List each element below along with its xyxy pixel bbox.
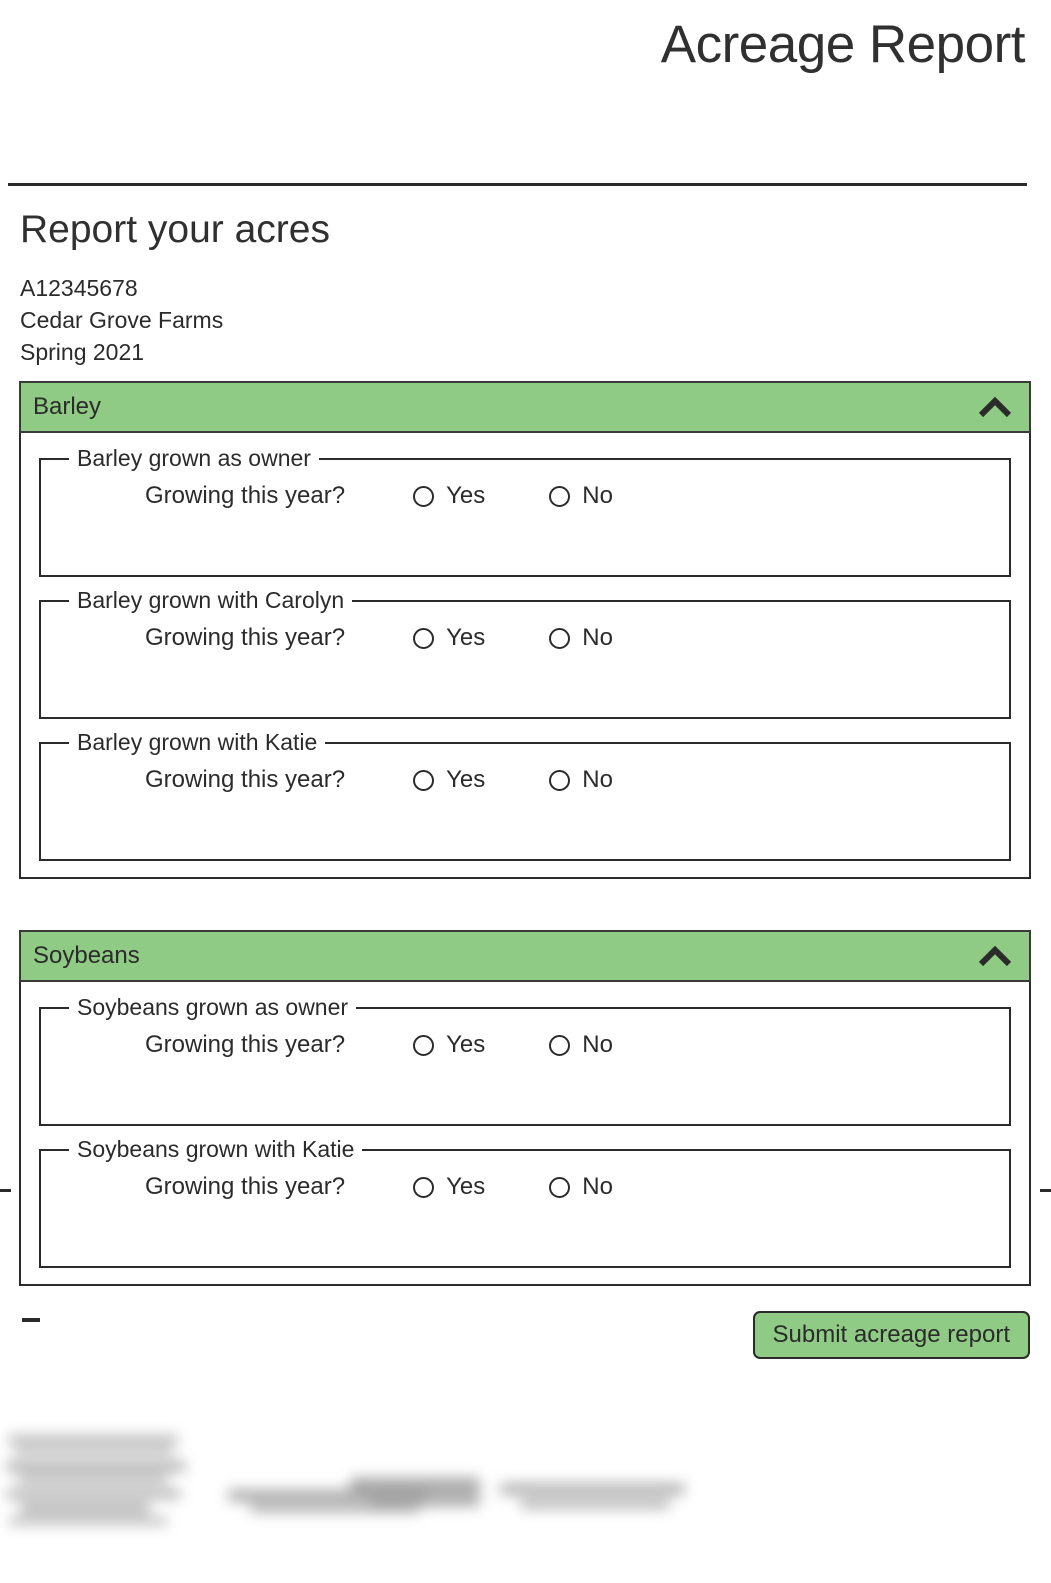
party-legend: Soybeans grown with Katie [77, 1136, 355, 1162]
radio-group-growing: Yes No [413, 766, 613, 794]
radio-option-yes[interactable]: Yes [413, 1031, 485, 1059]
radio-label-yes: Yes [446, 624, 486, 651]
question-label: Growing this year? [145, 1173, 346, 1200]
header-divider [8, 183, 1027, 186]
season: Spring 2021 [20, 339, 145, 365]
radio-circle-icon[interactable] [549, 485, 571, 507]
party-fieldset: Barley grown with Carolyn Growing this y… [39, 589, 1011, 719]
radio-group-growing: Yes No [413, 1031, 613, 1059]
radio-label-yes: Yes [446, 1173, 486, 1200]
radio-option-no[interactable]: No [549, 482, 613, 510]
radio-circle-icon[interactable] [413, 1034, 435, 1056]
footer-dash-marker [22, 1318, 40, 1322]
crop-section-barley: Barley Barley grown as owner Growing thi… [19, 381, 1031, 879]
page-title: Report your acres [20, 208, 330, 251]
radio-option-no[interactable]: No [549, 1173, 613, 1201]
question-row: Growing this year? Yes No [41, 1031, 1009, 1059]
radio-circle-icon[interactable] [413, 627, 435, 649]
chevron-up-icon[interactable] [975, 393, 1015, 421]
question-label: Growing this year? [145, 624, 346, 651]
party-legend: Soybeans grown as owner [77, 994, 349, 1020]
radio-group-growing: Yes No [413, 1173, 613, 1201]
radio-circle-icon[interactable] [549, 1034, 571, 1056]
question-row: Growing this year? Yes No [41, 766, 1009, 794]
radio-option-no[interactable]: No [549, 1031, 613, 1059]
radio-circle-icon[interactable] [413, 1176, 435, 1198]
section-header-barley[interactable]: Barley [19, 381, 1031, 433]
radio-label-yes: Yes [446, 766, 486, 793]
question-label: Growing this year? [145, 1031, 346, 1058]
section-body-soybeans: Soybeans grown as owner Growing this yea… [19, 982, 1031, 1286]
radio-option-yes[interactable]: Yes [413, 1173, 485, 1201]
question-label: Growing this year? [145, 766, 346, 793]
radio-circle-icon[interactable] [413, 769, 435, 791]
app-header: Acreage Report [0, 0, 1051, 186]
section-title-barley: Barley [33, 393, 102, 420]
party-fieldset: Barley grown with Katie Growing this yea… [39, 731, 1011, 861]
radio-option-no[interactable]: No [549, 624, 613, 652]
radio-option-yes[interactable]: Yes [413, 482, 485, 510]
radio-group-growing: Yes No [413, 482, 613, 510]
radio-circle-icon[interactable] [413, 485, 435, 507]
radio-label-no: No [582, 1173, 613, 1200]
blurred-footer-artifact [0, 1428, 700, 1548]
question-row: Growing this year? Yes No [41, 1173, 1009, 1201]
section-header-soybeans[interactable]: Soybeans [19, 930, 1031, 982]
party-legend: Barley grown as owner [77, 445, 311, 471]
radio-option-yes[interactable]: Yes [413, 766, 485, 794]
section-title-soybeans: Soybeans [33, 942, 140, 969]
radio-circle-icon[interactable] [549, 627, 571, 649]
party-fieldset: Soybeans grown with Katie Growing this y… [39, 1138, 1011, 1268]
radio-group-growing: Yes No [413, 624, 613, 652]
crop-section-soybeans: Soybeans Soybeans grown as owner Growing… [19, 930, 1031, 1286]
farm-name: Cedar Grove Farms [20, 307, 224, 333]
radio-label-yes: Yes [446, 1031, 486, 1058]
radio-circle-icon[interactable] [549, 1176, 571, 1198]
question-row: Growing this year? Yes No [41, 624, 1009, 652]
radio-label-no: No [582, 624, 613, 651]
contract-id: A12345678 [20, 275, 138, 301]
party-legend: Barley grown with Katie [77, 729, 318, 755]
report-meta: A12345678 Cedar Grove Farms Spring 2021 [20, 272, 223, 368]
radio-label-no: No [582, 482, 613, 509]
chevron-up-icon[interactable] [975, 942, 1015, 970]
radio-label-yes: Yes [446, 482, 486, 509]
question-row: Growing this year? Yes No [41, 482, 1009, 510]
party-legend: Barley grown with Carolyn [77, 587, 345, 613]
section-body-barley: Barley grown as owner Growing this year?… [19, 433, 1031, 879]
viewport-edge-tick-right [1040, 1189, 1051, 1192]
party-fieldset: Barley grown as owner Growing this year?… [39, 447, 1011, 577]
radio-label-no: No [582, 1031, 613, 1058]
radio-option-no[interactable]: No [549, 766, 613, 794]
app-title: Acreage Report [660, 15, 1026, 74]
radio-label-no: No [582, 766, 613, 793]
radio-circle-icon[interactable] [549, 769, 571, 791]
party-fieldset: Soybeans grown as owner Growing this yea… [39, 996, 1011, 1126]
question-label: Growing this year? [145, 482, 346, 509]
submit-acreage-report-button[interactable]: Submit acreage report [752, 1311, 1030, 1359]
viewport-edge-tick-left [0, 1189, 11, 1192]
radio-option-yes[interactable]: Yes [413, 624, 485, 652]
